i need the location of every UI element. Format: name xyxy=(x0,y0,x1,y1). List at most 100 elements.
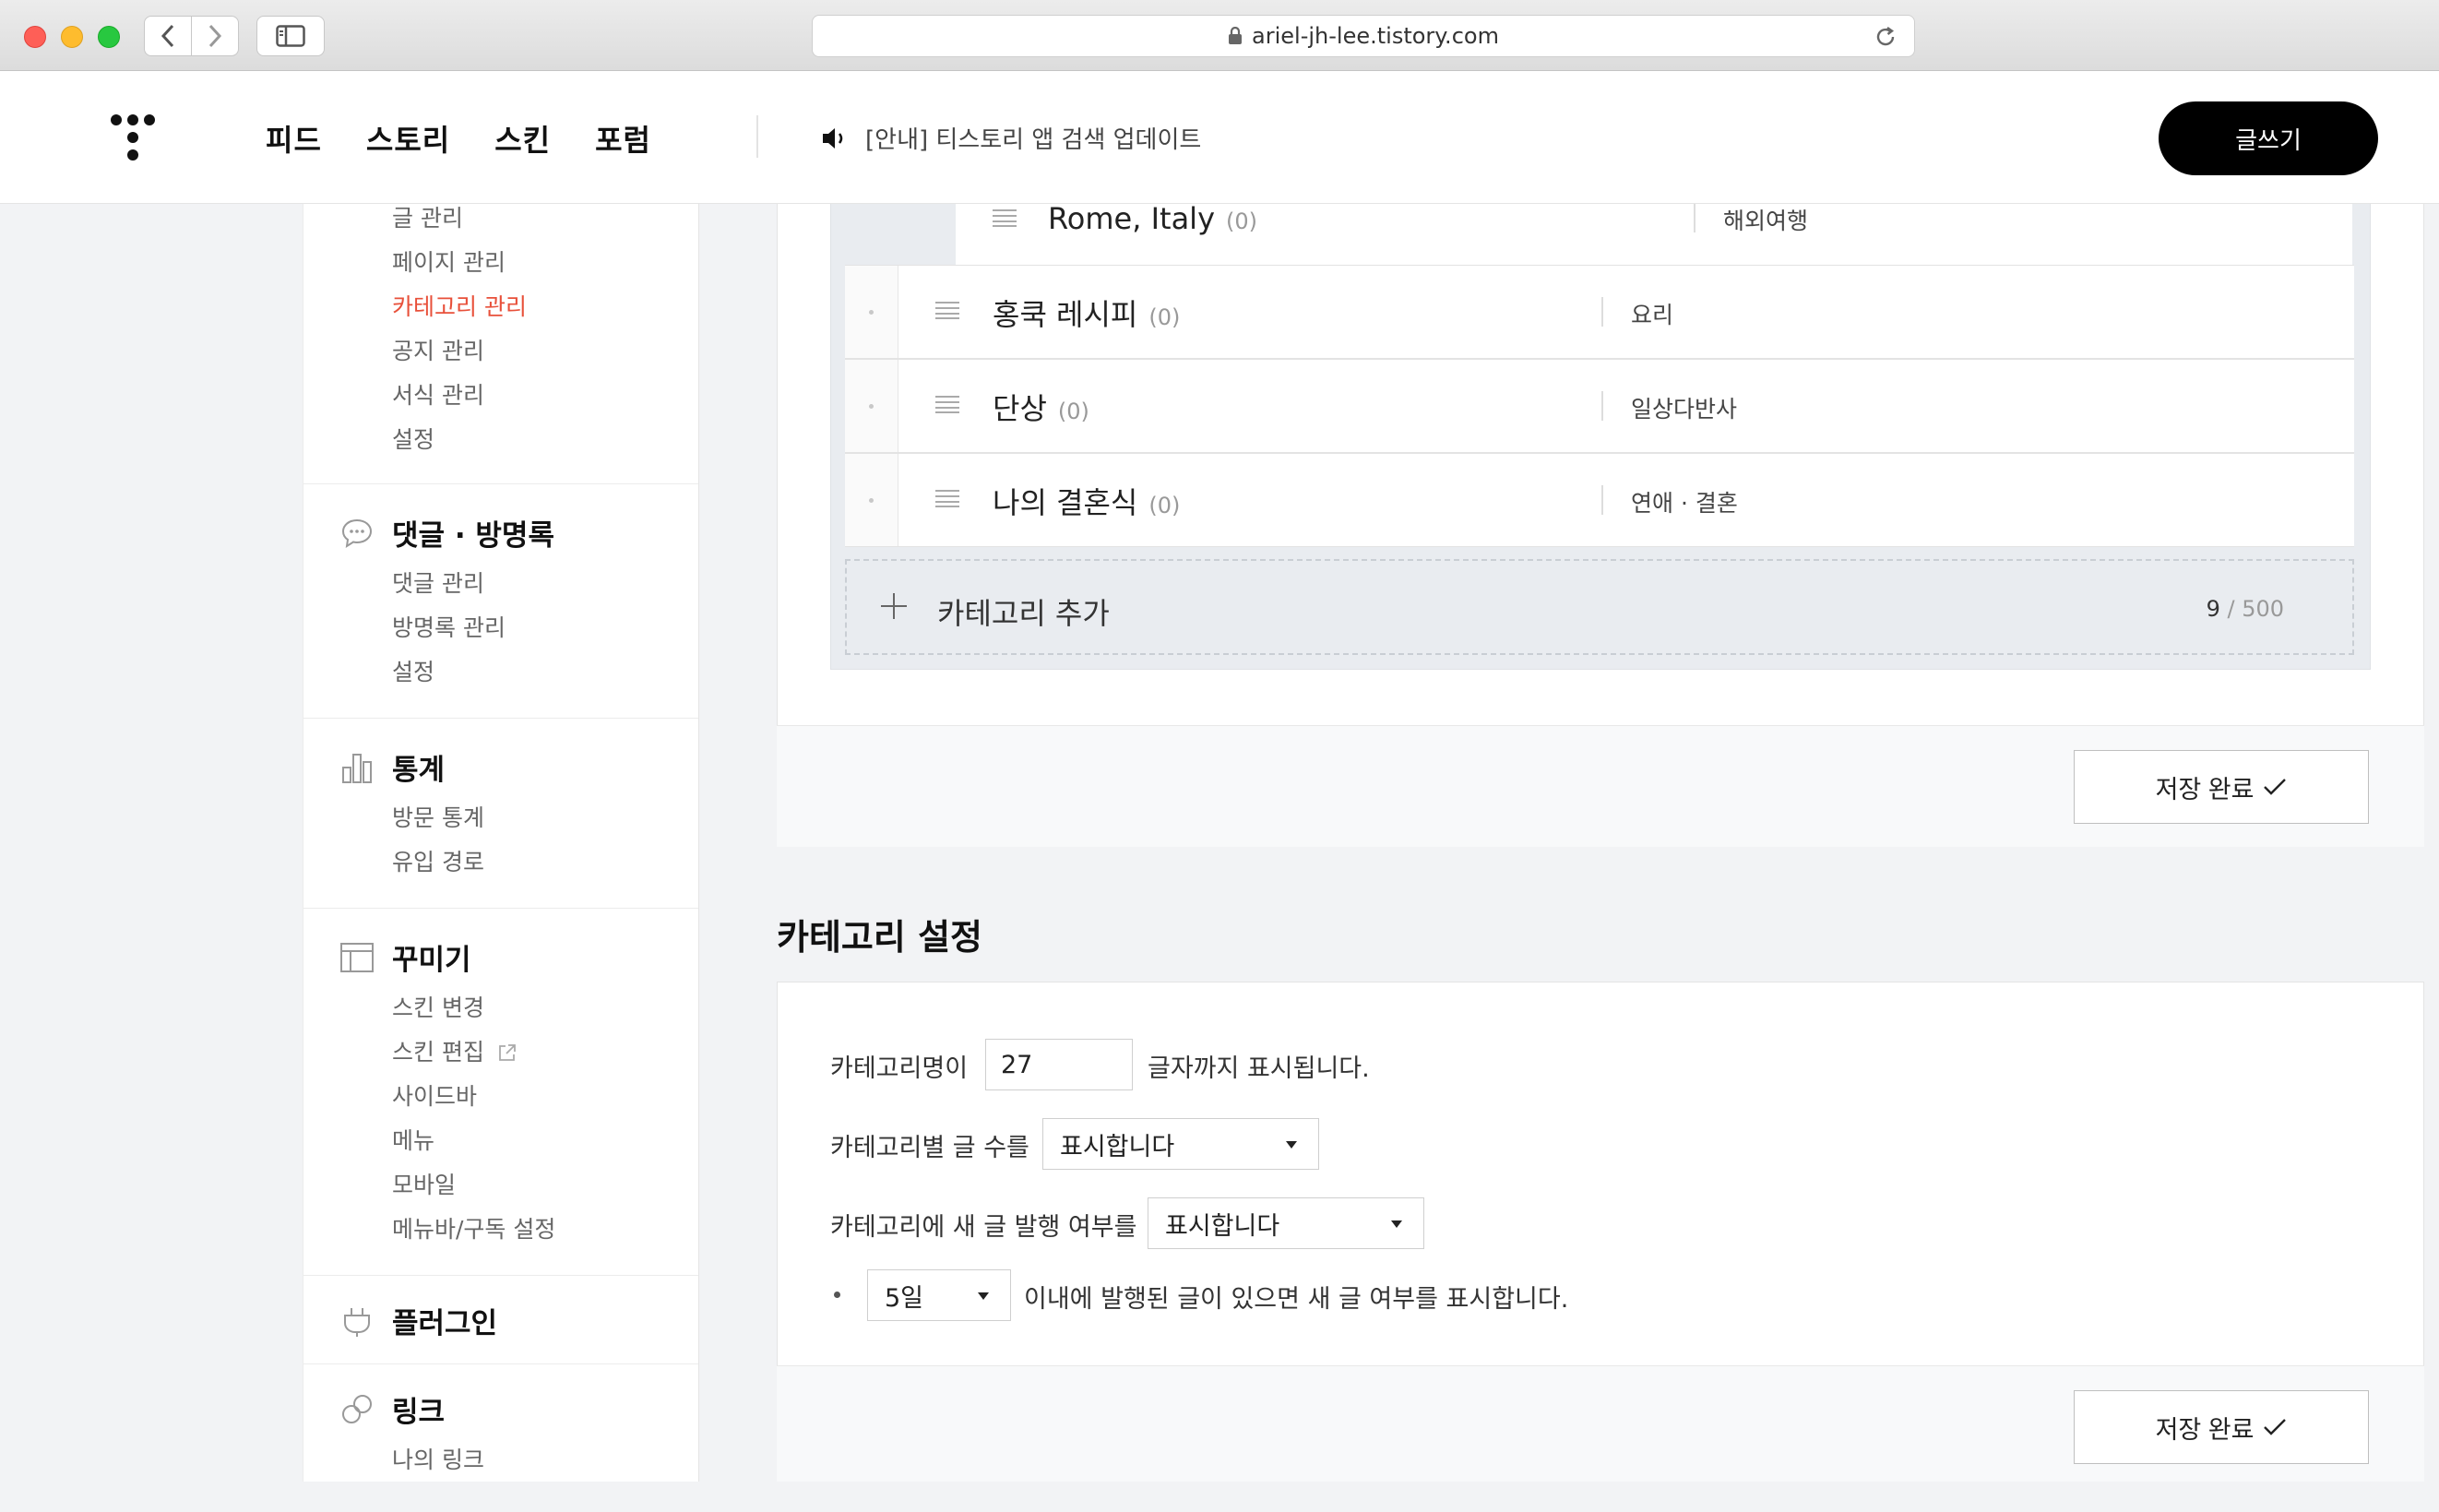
forward-button[interactable] xyxy=(191,16,239,56)
menu-referrer[interactable]: 유입 경로 xyxy=(392,844,484,877)
menu-comment-manage[interactable]: 댓글 관리 xyxy=(392,566,484,599)
write-post-button[interactable]: 글쓰기 xyxy=(2159,101,2378,175)
menu-visit-stats[interactable]: 방문 통계 xyxy=(392,800,484,833)
save-categories-button[interactable]: 저장 완료 xyxy=(2074,750,2369,824)
menu-notice-manage[interactable]: 공지 관리 xyxy=(392,333,484,366)
menu-comments-title: 댓글 · 방명록 xyxy=(392,519,554,553)
menu-skin-edit[interactable]: 스킨 편집 xyxy=(392,1034,518,1067)
category-name[interactable]: Rome, Italy (0) xyxy=(1048,201,1257,236)
drag-handle-icon[interactable] xyxy=(993,208,1017,227)
category-post-count: (0) xyxy=(1148,304,1181,330)
url-text: ariel-jh-lee.tistory.com xyxy=(1252,23,1499,49)
menu-comments-head[interactable]: 댓글 · 방명록 xyxy=(339,512,554,554)
menu-menubar-subscribe[interactable]: 메뉴바/구독 설정 xyxy=(392,1211,555,1244)
menu-decor-head[interactable]: 꾸미기 xyxy=(339,936,471,978)
nav-forum[interactable]: 포럼 xyxy=(595,117,651,160)
new-post-label: 카테고리에 새 글 발행 여부를 xyxy=(830,1213,1137,1242)
menu-plugin-head[interactable]: 플러그인 xyxy=(339,1300,497,1341)
add-category-button[interactable]: 카테고리 추가 9 / 500 xyxy=(845,559,2354,655)
admin-sidebar: 글 관리 페이지 관리 카테고리 관리 공지 관리 서식 관리 설정 댓글 · … xyxy=(303,204,699,1482)
nav-feed[interactable]: 피드 xyxy=(266,117,322,160)
menu-guestbook-manage[interactable]: 방명록 관리 xyxy=(392,610,506,643)
plus-icon xyxy=(881,593,907,619)
row-divider xyxy=(1601,485,1603,515)
drag-handle-icon[interactable] xyxy=(935,301,959,319)
category-name[interactable]: 단상 (0) xyxy=(993,386,1089,428)
category-post-count: (0) xyxy=(1148,493,1181,518)
caret-down-icon xyxy=(1286,1141,1297,1149)
caret-down-icon xyxy=(978,1292,989,1300)
category-post-count: (0) xyxy=(1057,399,1089,424)
drag-handle-icon[interactable] xyxy=(935,489,959,507)
menu-my-link[interactable]: 나의 링크 xyxy=(392,1442,484,1475)
category-post-count: (0) xyxy=(1226,208,1257,234)
row-bullet xyxy=(869,498,874,503)
speaker-icon xyxy=(823,127,843,149)
menu-content-settings[interactable]: 설정 xyxy=(392,422,434,455)
row-bullet xyxy=(869,404,874,409)
list-bullet xyxy=(834,1292,840,1298)
name-length-suffix: 글자까지 표시됩니다. xyxy=(1148,1054,1370,1083)
layout-icon xyxy=(340,942,374,972)
post-count-select[interactable]: 표시합니다 xyxy=(1042,1118,1319,1170)
main-nav: 피드 스토리 스킨 포럼 xyxy=(266,117,651,160)
add-category-label: 카테고리 추가 xyxy=(937,596,1110,631)
settings-save-bar: 저장 완료 xyxy=(777,1365,2424,1482)
menu-page-manage[interactable]: 페이지 관리 xyxy=(392,244,506,278)
menu-decor-title: 꾸미기 xyxy=(392,944,471,977)
name-length-input[interactable] xyxy=(985,1039,1133,1090)
close-window-button[interactable] xyxy=(24,26,46,48)
menu-post-manage[interactable]: 글 관리 xyxy=(392,200,463,233)
menu-comment-settings[interactable]: 설정 xyxy=(392,654,434,687)
bar-chart-icon xyxy=(342,753,372,783)
minimize-window-button[interactable] xyxy=(61,26,83,48)
nav-skin[interactable]: 스킨 xyxy=(494,117,551,160)
sidebar-toggle-button[interactable] xyxy=(256,16,325,56)
menu-sidebar[interactable]: 사이드바 xyxy=(392,1078,477,1112)
sidebar-icon xyxy=(276,25,305,47)
decorate-menu-section: 꾸미기 스킨 변경 스킨 편집 사이드바 메뉴 모바일 메뉴바/구독 설정 xyxy=(303,909,698,1276)
tistory-logo[interactable] xyxy=(109,113,157,164)
category-topic[interactable]: 연애 · 결혼 xyxy=(1631,485,1738,518)
drag-handle-icon[interactable] xyxy=(935,395,959,413)
category-row-hongkong[interactable]: 홍쿡 레시피 (0) 요리 xyxy=(845,265,2354,359)
zoom-window-button[interactable] xyxy=(98,26,120,48)
address-bar[interactable]: ariel-jh-lee.tistory.com xyxy=(812,15,1915,57)
site-header: 피드 스토리 스킨 포럼 [안내] 티스토리 앱 검색 업데이트 글쓰기 xyxy=(0,71,2439,204)
category-name[interactable]: 나의 결혼식 (0) xyxy=(993,480,1180,522)
back-button[interactable] xyxy=(144,16,192,56)
category-row-thoughts[interactable]: 단상 (0) 일상다반사 xyxy=(845,359,2354,453)
checkmark-icon xyxy=(2264,779,2287,795)
category-topic[interactable]: 일상다반사 xyxy=(1631,391,1737,424)
nav-story[interactable]: 스토리 xyxy=(366,117,450,160)
menu-template-manage[interactable]: 서식 관리 xyxy=(392,377,484,411)
menu-mobile[interactable]: 모바일 xyxy=(392,1167,456,1200)
notice-link[interactable]: [안내] 티스토리 앱 검색 업데이트 xyxy=(821,121,1201,155)
menu-stats-title: 통계 xyxy=(392,754,446,787)
menu-menu[interactable]: 메뉴 xyxy=(392,1123,434,1156)
row-divider xyxy=(1694,203,1695,232)
row-divider xyxy=(1601,391,1603,421)
menu-link-title: 링크 xyxy=(392,1396,446,1429)
category-name[interactable]: 홍쿡 레시피 (0) xyxy=(993,292,1180,334)
menu-stats-head[interactable]: 통계 xyxy=(339,746,445,788)
content-menu-section: 글 관리 페이지 관리 카테고리 관리 공지 관리 서식 관리 설정 xyxy=(303,204,698,484)
row-bullet xyxy=(869,310,874,315)
menu-skin-change[interactable]: 스킨 변경 xyxy=(392,990,484,1023)
category-count: 9 / 500 xyxy=(2206,596,2284,622)
row-divider xyxy=(1601,297,1603,327)
caret-down-icon xyxy=(1391,1220,1402,1228)
menu-category-manage[interactable]: 카테고리 관리 xyxy=(392,289,527,322)
new-post-select[interactable]: 표시합니다 xyxy=(1148,1197,1424,1249)
category-row-wedding[interactable]: 나의 결혼식 (0) 연애 · 결혼 xyxy=(845,453,2354,547)
menu-link-head[interactable]: 링크 xyxy=(339,1388,445,1430)
category-topic[interactable]: 해외여행 xyxy=(1723,203,1808,236)
link-icon xyxy=(342,1394,372,1423)
reload-icon[interactable] xyxy=(1874,25,1898,49)
browser-toolbar: ariel-jh-lee.tistory.com xyxy=(0,0,2439,71)
plug-icon xyxy=(344,1307,370,1337)
category-topic[interactable]: 요리 xyxy=(1631,297,1673,330)
save-settings-button[interactable]: 저장 완료 xyxy=(2074,1390,2369,1464)
menu-skin-edit-label: 스킨 편집 xyxy=(392,1039,484,1066)
new-post-days-select[interactable]: 5일 xyxy=(867,1269,1011,1321)
